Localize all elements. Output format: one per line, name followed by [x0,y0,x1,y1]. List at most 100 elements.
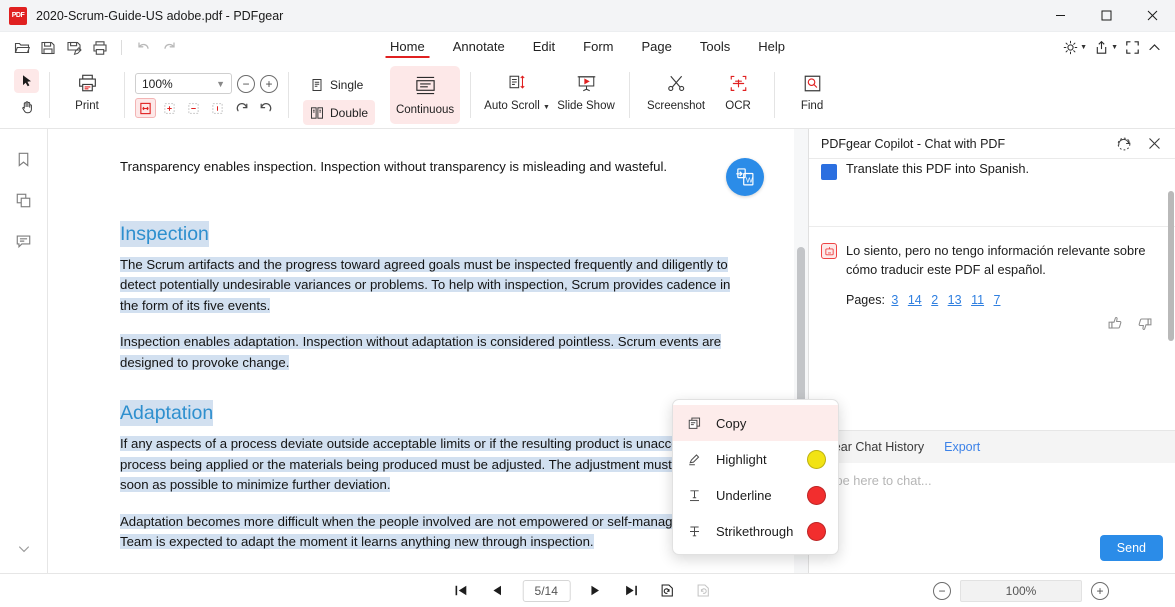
save-file-icon[interactable] [36,36,60,60]
app-icon: PDF [9,7,27,25]
rotate-counterclockwise-icon[interactable] [656,580,678,602]
print-button[interactable]: Print [60,66,114,112]
sidebar-item-comments[interactable] [9,227,39,255]
last-page-button[interactable] [620,580,642,602]
page-number-input[interactable]: 5/14 [522,580,570,602]
sidebar-item-thumbnails[interactable] [9,186,39,214]
page-link[interactable]: 14 [908,293,922,307]
copilot-title: PDFgear Copilot - Chat with PDF [821,137,1005,151]
context-menu-label: Strikethrough [716,524,795,539]
doc-paragraph: Inspection enables adaptation. Inspectio… [120,332,750,373]
page-link[interactable]: 2 [931,293,938,307]
context-menu-item-strikethrough[interactable]: Strikethrough [673,513,838,549]
tab-edit[interactable]: Edit [519,36,569,59]
status-zoom-value[interactable]: 100% [960,580,1082,602]
tab-home[interactable]: Home [376,36,439,59]
double-page-button[interactable]: Double [303,100,375,125]
page-link[interactable]: 3 [891,293,898,307]
minimize-button[interactable] [1037,0,1083,32]
ribbon-group-capture: Screenshot OCR [634,66,770,128]
fullscreen-icon[interactable] [1122,36,1143,60]
page-link[interactable]: 11 [971,293,984,307]
tab-help[interactable]: Help [744,36,799,59]
collapse-ribbon-icon[interactable] [1144,36,1165,60]
tab-annotate-label: Annotate [453,39,505,54]
ribbon-divider-5 [629,72,630,118]
zoom-in-button[interactable]: + [260,75,278,93]
single-page-button[interactable]: Single [303,72,370,97]
zoom-select[interactable]: 100% ▼ [135,73,232,94]
context-menu-label: Highlight [716,452,795,467]
tab-page[interactable]: Page [628,36,686,59]
print-icon[interactable] [88,36,112,60]
doc-heading-wrap: Adaptation [120,376,750,434]
ocr-button[interactable]: OCR [712,66,764,112]
copilot-panel: PDFgear Copilot - Chat with PDF Transla [808,129,1175,573]
strikethrough-color-swatch[interactable] [807,522,826,541]
first-page-button[interactable] [450,580,472,602]
highlight-color-swatch[interactable] [807,450,826,469]
thumbs-down-icon[interactable] [1136,315,1153,332]
user-avatar [821,164,837,180]
context-menu-item-copy[interactable]: Copy [673,405,838,441]
convert-to-word-icon[interactable]: W [726,158,764,196]
close-icon[interactable] [1141,132,1167,156]
auto-scroll-label-wrap: Auto Scroll ▼ [484,100,550,112]
underline-color-swatch[interactable] [807,486,826,505]
rotate-left-button[interactable] [255,98,276,118]
status-zoom-out-glyph: − [938,585,945,597]
status-zoom-in-button[interactable]: + [1091,582,1109,600]
sidebar-expand-chevron-down-icon[interactable] [9,535,39,563]
page-link[interactable]: 13 [948,293,962,307]
ribbon-group-print: Print [54,66,120,128]
doc-heading-inspection: Inspection [120,221,209,247]
cursor-tool-button[interactable] [14,69,39,93]
single-label: Single [330,78,363,92]
rotate-right-button[interactable] [231,98,252,118]
redo-icon[interactable] [157,36,181,60]
thumbs-up-icon[interactable] [1107,315,1124,332]
ocr-label: OCR [725,100,751,112]
doc-paragraph-text: Transparency enables inspection. Inspect… [120,159,667,174]
status-zoom-out-button[interactable]: − [933,582,951,600]
hand-tool-button[interactable] [14,95,39,119]
pointer-tools [14,66,39,119]
title-bar: PDF 2020-Scrum-Guide-US adobe.pdf - PDFg… [0,0,1175,32]
zoom-in-glyph: + [265,78,272,90]
refresh-icon[interactable] [1111,132,1137,156]
slide-show-button[interactable]: Slide Show [553,66,619,112]
rotate-clockwise-icon[interactable] [692,580,714,602]
copilot-messages[interactable]: Translate this PDF into Spanish. Lo sien… [809,159,1175,430]
screenshot-button[interactable]: Screenshot [640,66,712,112]
page-link[interactable]: 7 [994,293,1001,307]
export-chat-button[interactable]: Export [944,440,980,454]
tab-annotate[interactable]: Annotate [439,36,519,59]
zoom-out-button[interactable]: − [237,75,255,93]
close-button[interactable] [1129,0,1175,32]
undo-icon[interactable] [131,36,155,60]
send-button[interactable]: Send [1100,535,1163,561]
copilot-scrollbar-thumb[interactable] [1168,191,1174,341]
sidebar-item-bookmarks[interactable] [9,145,39,173]
tab-tools[interactable]: Tools [686,36,744,59]
next-page-button[interactable] [584,580,606,602]
tab-form[interactable]: Form [569,36,627,59]
fit-visible-button[interactable] [207,98,228,118]
fit-page-button[interactable] [159,98,180,118]
save-as-file-icon[interactable] [62,36,86,60]
theme-icon[interactable]: ▼ [1060,36,1090,60]
context-menu-item-highlight[interactable]: Highlight [673,441,838,477]
doc-spacer [120,319,750,332]
previous-page-button[interactable] [486,580,508,602]
chat-input[interactable]: Type here to chat... Send [809,463,1175,573]
context-menu-item-underline[interactable]: Underline [673,477,838,513]
find-button[interactable]: Find [785,66,839,112]
open-file-icon[interactable] [10,36,34,60]
share-icon[interactable]: ▼ [1091,36,1121,60]
continuous-button[interactable]: Continuous [390,66,460,124]
actual-size-button[interactable] [183,98,204,118]
maximize-button[interactable] [1083,0,1129,32]
fit-width-button[interactable] [135,98,156,118]
auto-scroll-button[interactable]: Auto Scroll ▼ [481,66,553,112]
quick-access-toolbar [0,36,181,60]
